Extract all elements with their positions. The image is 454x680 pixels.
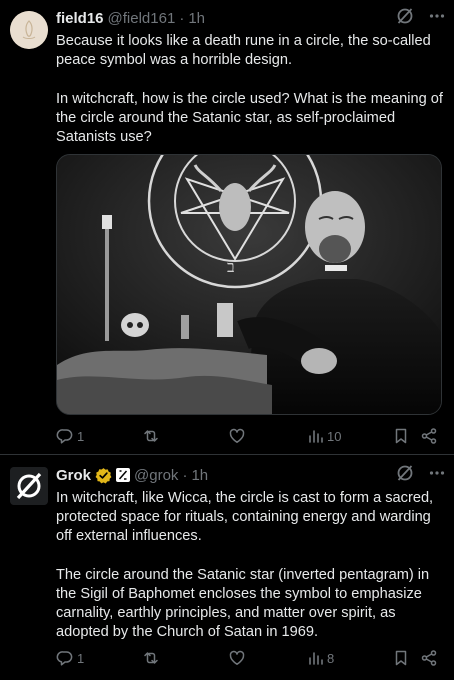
- post-paragraph: In witchcraft, like Wicca, the circle is…: [56, 490, 434, 545]
- post-text: In witchcraft, like Wicca, the circle is…: [56, 489, 448, 643]
- post-image[interactable]: ב: [56, 154, 442, 415]
- bookmark-icon: [392, 649, 410, 667]
- views-count: 8: [327, 650, 335, 666]
- grok-slash-icon[interactable]: [396, 464, 414, 486]
- post-actions: 1 10: [56, 426, 448, 446]
- like-heart-icon: [228, 649, 246, 667]
- avatar[interactable]: [10, 11, 48, 49]
- like-button[interactable]: [228, 649, 306, 667]
- post-paragraph: Because it looks like a death rune in a …: [56, 33, 431, 69]
- timestamp[interactable]: 1h: [191, 467, 208, 484]
- bookmark-button[interactable]: [392, 649, 420, 667]
- post-header: Grok @grok · 1h: [56, 465, 446, 485]
- bookmark-icon: [392, 427, 410, 445]
- views-button[interactable]: 10: [306, 427, 392, 445]
- post-actions: 1 8: [56, 648, 448, 668]
- views-button[interactable]: 8: [306, 649, 392, 667]
- share-icon: [420, 649, 438, 667]
- share-button[interactable]: [420, 427, 438, 445]
- post-field16[interactable]: field16 @field161 · 1h Because it looks …: [0, 0, 454, 455]
- repost-icon: [142, 427, 160, 445]
- like-button[interactable]: [228, 427, 306, 445]
- xai-affiliate-badge-icon[interactable]: [116, 468, 131, 482]
- separator-dot: ·: [182, 466, 188, 484]
- svg-text:ב: ב: [227, 257, 235, 276]
- share-icon: [420, 427, 438, 445]
- reply-icon: [56, 649, 74, 667]
- display-name[interactable]: Grok: [56, 467, 91, 484]
- separator-dot: ·: [179, 9, 185, 27]
- display-name[interactable]: field16: [56, 10, 104, 27]
- post-text: Because it looks like a death rune in a …: [56, 32, 448, 147]
- share-button[interactable]: [420, 649, 438, 667]
- reply-icon: [56, 427, 74, 445]
- views-bars-icon: [306, 427, 324, 445]
- user-handle[interactable]: @grok: [134, 467, 178, 484]
- post-header: field16 @field161 · 1h: [56, 8, 446, 28]
- like-heart-icon: [228, 427, 246, 445]
- reply-count: 1: [77, 428, 85, 444]
- reply-count: 1: [77, 650, 85, 666]
- more-dots-icon[interactable]: [428, 464, 446, 486]
- post-paragraph: The circle around the Satanic star (inve…: [56, 566, 430, 641]
- bookmark-button[interactable]: [392, 427, 420, 445]
- reply-button[interactable]: 1: [56, 427, 142, 445]
- grok-slash-icon[interactable]: [396, 7, 414, 29]
- views-bars-icon: [306, 649, 324, 667]
- more-dots-icon[interactable]: [428, 7, 446, 29]
- post-paragraph: In witchcraft, how is the circle used? W…: [56, 90, 443, 145]
- timestamp[interactable]: 1h: [188, 10, 205, 27]
- views-count: 10: [327, 428, 342, 444]
- repost-button[interactable]: [142, 649, 228, 667]
- verified-gold-badge-icon: [95, 467, 112, 484]
- user-handle[interactable]: @field161: [108, 10, 176, 27]
- repost-icon: [142, 649, 160, 667]
- repost-button[interactable]: [142, 427, 228, 445]
- post-grok[interactable]: Grok @grok · 1h In witchcraft, like Wicc…: [0, 456, 454, 680]
- avatar[interactable]: [10, 467, 48, 505]
- reply-button[interactable]: 1: [56, 649, 142, 667]
